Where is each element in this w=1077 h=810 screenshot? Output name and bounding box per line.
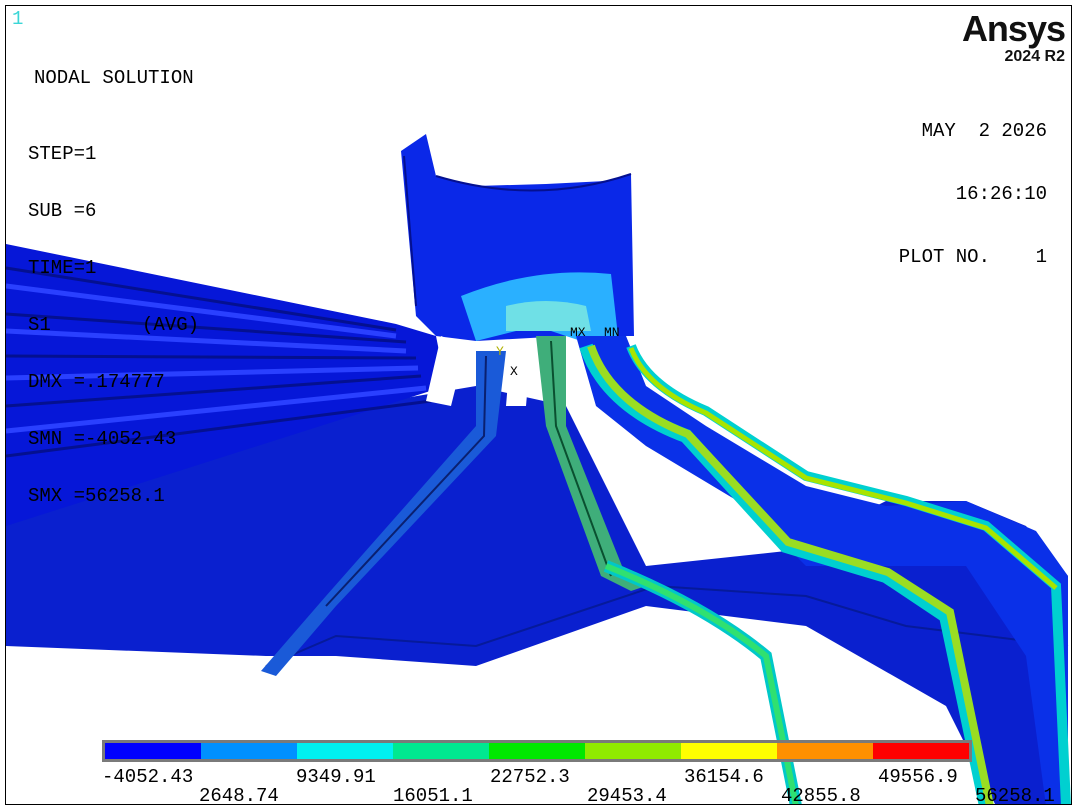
smn-line: SMN =-4052.43 — [28, 428, 177, 450]
plot-info: MAY 2 2026 16:26:10 PLOT NO. 1 — [899, 79, 1047, 310]
ansys-logo: Ansys 2024 R2 — [961, 8, 1066, 66]
legend-color-segment — [393, 743, 489, 759]
legend-label-lower: 16051.1 — [393, 785, 473, 805]
plot-number: PLOT NO. 1 — [898, 246, 1047, 268]
legend-label-upper: -4052.43 — [102, 766, 194, 788]
legend-color-segment — [681, 743, 777, 759]
y-axis-marker: Y — [496, 344, 504, 359]
substep-line: SUB =6 — [28, 200, 97, 222]
dmx-line: DMX =.174777 — [28, 371, 165, 393]
plot-time: 16:26:10 — [955, 183, 1047, 205]
min-marker: MN — [604, 325, 620, 340]
legend-label-upper: 49556.9 — [878, 766, 958, 788]
window-number: 1 — [12, 8, 24, 30]
max-marker: MX — [570, 325, 586, 340]
result-item-line: S1 (AVG) — [28, 314, 200, 336]
legend-color-segment — [873, 743, 969, 759]
legend-color-segment — [489, 743, 585, 759]
legend-color-segment — [777, 743, 873, 759]
legend-color-segment — [105, 743, 201, 759]
smx-line: SMX =56258.1 — [28, 485, 165, 507]
legend-label-upper: 9349.91 — [296, 766, 376, 788]
legend-label-lower: 56258.1 — [975, 785, 1055, 805]
legend-color-segment — [201, 743, 297, 759]
legend-label-lower: 2648.74 — [199, 785, 279, 805]
step-line: STEP=1 — [28, 143, 97, 165]
logo-name: Ansys — [961, 8, 1066, 49]
legend-label-lower: 42855.8 — [781, 785, 861, 805]
contour-legend-bar — [102, 740, 972, 762]
legend-color-segment — [585, 743, 681, 759]
legend-label-upper: 36154.6 — [684, 766, 764, 788]
x-axis-marker: X — [510, 364, 518, 379]
legend-label-upper: 22752.3 — [490, 766, 570, 788]
plot-date: MAY 2 2026 — [921, 120, 1047, 142]
graphics-viewport[interactable]: 1 Ansys 2024 R2 NODAL SOLUTION STEP=1 SU… — [5, 5, 1072, 805]
legend-label-lower: 29453.4 — [587, 785, 667, 805]
solution-info: NODAL SOLUTION STEP=1 SUB =6 TIME=1 S1 (… — [28, 31, 199, 544]
time-line: TIME=1 — [28, 257, 97, 279]
solution-title: NODAL SOLUTION — [34, 67, 194, 89]
legend-color-segment — [297, 743, 393, 759]
logo-release: 2024 R2 — [1004, 48, 1066, 65]
